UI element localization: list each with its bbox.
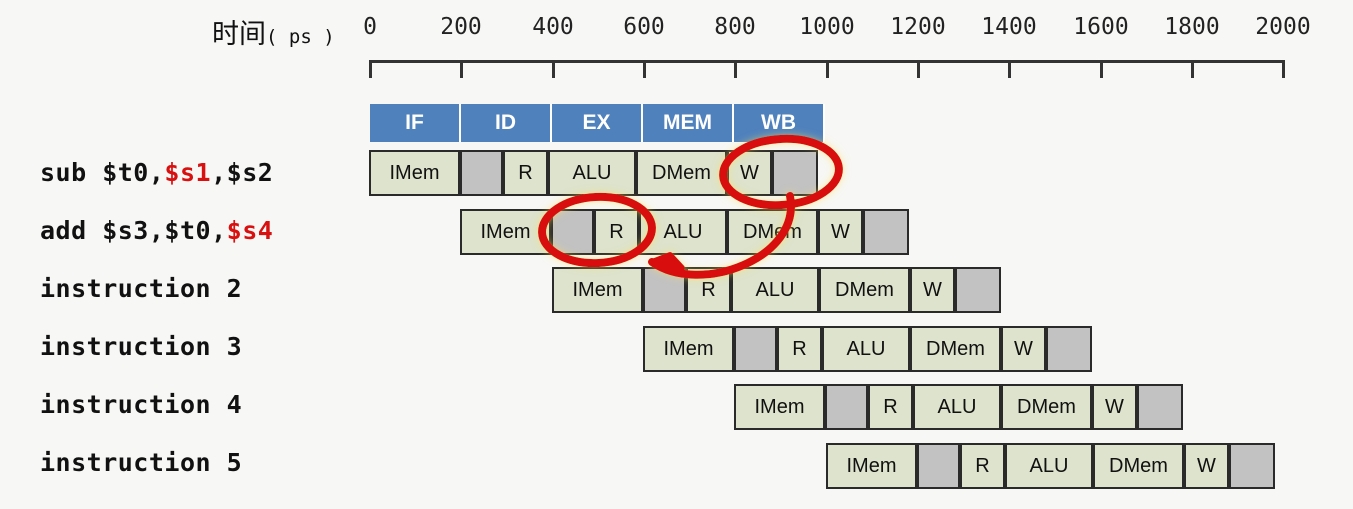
axis-tick-label-1400: 1400: [981, 14, 1037, 40]
pipeline-cell-blank-1: [460, 150, 503, 196]
instruction-label-1: add $s3,$t0,$s4: [40, 216, 274, 245]
pipeline-cell-r: R: [960, 443, 1005, 489]
pipeline-cell-imem: IMem: [552, 267, 643, 313]
pipeline-row-4: IMem R ALU DMem W: [734, 384, 1184, 430]
pipeline-cell-dmem: DMem: [1093, 443, 1184, 489]
axis-tick-label-800: 800: [714, 14, 756, 40]
pipeline-row-3: IMem R ALU DMem W: [643, 326, 1093, 372]
pipeline-cell-imem: IMem: [369, 150, 460, 196]
pipeline-cell-alu: ALU: [822, 326, 910, 372]
instruction-label-4: instruction 4: [40, 390, 243, 419]
axis-tick-1200: [917, 60, 920, 78]
axis-tick-0: [369, 60, 372, 78]
pipeline-cell-blank-6: [1137, 384, 1183, 430]
pipeline-row-5: IMem R ALU DMem W: [826, 443, 1276, 489]
axis-tick-label-1000: 1000: [799, 14, 855, 40]
pipeline-cell-blank-6: [1046, 326, 1092, 372]
instruction-operand: $s2: [226, 158, 274, 187]
axis-tick-label-0: 0: [363, 14, 377, 40]
pipeline-cell-blank-1: [734, 326, 777, 372]
pipeline-cell-blank-1: [917, 443, 960, 489]
pipeline-cell-imem: IMem: [734, 384, 825, 430]
pipeline-cell-dmem: DMem: [727, 209, 818, 255]
pipeline-row-2: IMem R ALU DMem W: [552, 267, 1002, 313]
stage-header-ex: EX: [552, 104, 643, 142]
pipeline-cell-blank-6: [772, 150, 818, 196]
pipeline-cell-r: R: [594, 209, 639, 255]
axis-tick-1600: [1100, 60, 1103, 78]
pipeline-cell-imem: IMem: [460, 209, 551, 255]
pipeline-cell-alu: ALU: [731, 267, 819, 313]
axis-tick-600: [643, 60, 646, 78]
instruction-operand: add $s3: [40, 216, 149, 245]
instruction-label-0: sub $t0,$s1,$s2: [40, 158, 274, 187]
pipeline-cell-alu: ALU: [913, 384, 1001, 430]
instruction-operand: $t0: [164, 216, 212, 245]
pipeline-diagram: 时间( ps ) 0 200 400 600 800 1000 1200 1400 1600 18…: [0, 0, 1353, 509]
pipeline-cell-alu: ALU: [639, 209, 727, 255]
pipeline-cell-alu: ALU: [1005, 443, 1093, 489]
axis-title: 时间( ps ): [212, 12, 335, 51]
axis-tick-label-2000: 2000: [1255, 14, 1311, 40]
axis-tick-2000: [1282, 60, 1285, 78]
pipeline-cell-w: W: [910, 267, 955, 313]
instruction-label-5: instruction 5: [40, 448, 243, 477]
axis-tick-label-200: 200: [440, 14, 482, 40]
axis-tick-label-1200: 1200: [890, 14, 946, 40]
axis-tick-1400: [1008, 60, 1011, 78]
axis-tick-800: [734, 60, 737, 78]
pipeline-cell-w: W: [727, 150, 772, 196]
axis-tick-label-400: 400: [532, 14, 574, 40]
pipeline-cell-blank-1: [551, 209, 594, 255]
pipeline-cell-w: W: [1092, 384, 1137, 430]
pipeline-cell-w: W: [818, 209, 863, 255]
pipeline-cell-blank-6: [863, 209, 909, 255]
pipeline-cell-dmem: DMem: [819, 267, 910, 313]
pipeline-cell-blank-1: [825, 384, 868, 430]
instruction-label-3: instruction 3: [40, 332, 243, 361]
pipeline-cell-r: R: [686, 267, 731, 313]
pipeline-cell-blank-6: [1229, 443, 1275, 489]
stage-header-mem: MEM: [643, 104, 734, 142]
pipeline-cell-w: W: [1184, 443, 1229, 489]
stage-header-id: ID: [461, 104, 552, 142]
instruction-operand-highlight: $s1: [164, 158, 212, 187]
pipeline-row-0: IMem R ALU DMem W: [369, 150, 819, 196]
axis-tick-200: [460, 60, 463, 78]
pipeline-cell-r: R: [777, 326, 822, 372]
axis-tick-400: [552, 60, 555, 78]
pipeline-cell-blank-6: [955, 267, 1001, 313]
axis-title-cn: 时间: [212, 19, 266, 50]
stage-header-wb: WB: [734, 104, 825, 142]
axis-tick-label-1800: 1800: [1164, 14, 1220, 40]
axis-tick-label-1600: 1600: [1073, 14, 1129, 40]
instruction-label-2: instruction 2: [40, 274, 243, 303]
pipeline-cell-dmem: DMem: [1001, 384, 1092, 430]
pipeline-row-1: IMem R ALU DMem W: [460, 209, 910, 255]
pipeline-cell-w: W: [1001, 326, 1046, 372]
pipeline-cell-imem: IMem: [826, 443, 917, 489]
axis-tick-1000: [826, 60, 829, 78]
pipeline-cell-dmem: DMem: [910, 326, 1001, 372]
pipeline-cell-blank-1: [643, 267, 686, 313]
pipeline-cell-dmem: DMem: [636, 150, 727, 196]
axis-title-unit: ( ps ): [266, 26, 335, 48]
pipeline-cell-alu: ALU: [548, 150, 636, 196]
axis-tick-1800: [1191, 60, 1194, 78]
instruction-operand: sub $t0: [40, 158, 149, 187]
pipeline-cell-r: R: [868, 384, 913, 430]
instruction-operand-highlight: $s4: [226, 216, 274, 245]
stage-header-if: IF: [370, 104, 461, 142]
pipeline-cell-imem: IMem: [643, 326, 734, 372]
axis-tick-label-600: 600: [623, 14, 665, 40]
pipeline-cell-r: R: [503, 150, 548, 196]
